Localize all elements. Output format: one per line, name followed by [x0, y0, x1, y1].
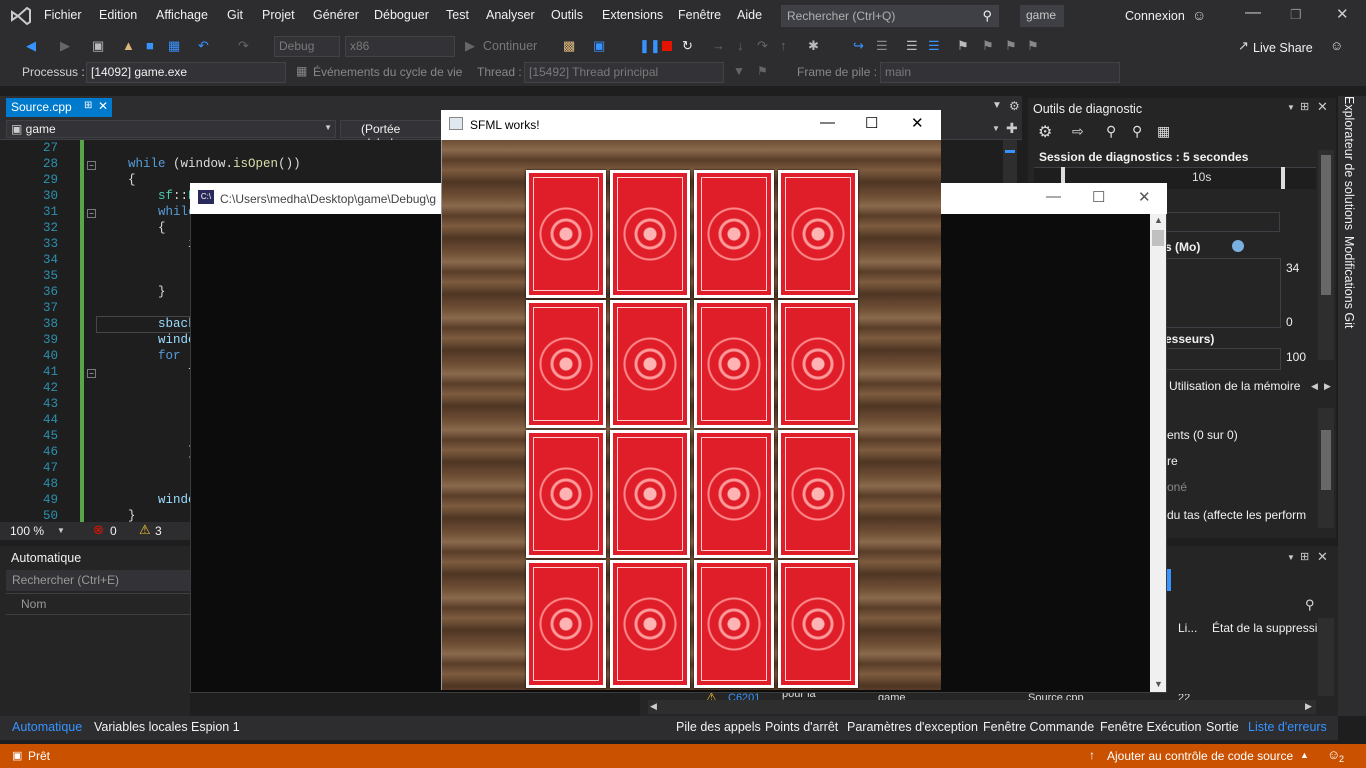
notification-count: 2	[1339, 754, 1345, 764]
bottom-tab-right-0[interactable]: Pile des appels	[676, 720, 761, 742]
card-pattern	[785, 567, 851, 681]
bottom-tab-right-6[interactable]: Liste d'erreurs	[1248, 720, 1327, 742]
source-control-button[interactable]: Ajouter au contrôle de code source	[1107, 749, 1293, 763]
card-pattern	[785, 307, 851, 421]
card-pattern	[701, 177, 767, 291]
card-back[interactable]	[778, 560, 858, 688]
card-pattern	[785, 437, 851, 551]
bottom-tab-2[interactable]: Espion 1	[191, 720, 240, 742]
h-scrollbar[interactable]	[648, 700, 1316, 714]
card-pattern	[701, 437, 767, 551]
card-back[interactable]	[694, 170, 774, 298]
card-back[interactable]	[610, 560, 690, 688]
bottom-tab-0[interactable]: Automatique	[12, 720, 82, 742]
card-pattern	[533, 307, 599, 421]
card-back[interactable]	[526, 430, 606, 558]
card-pattern	[617, 307, 683, 421]
card-back[interactable]	[610, 300, 690, 428]
card-pattern	[533, 177, 599, 291]
card-pattern	[785, 177, 851, 291]
card-back[interactable]	[778, 430, 858, 558]
bottom-tab-right-1[interactable]: Points d'arrêt	[765, 720, 838, 742]
card-pattern	[617, 177, 683, 291]
status-ready: Prêt	[28, 749, 51, 763]
card-back[interactable]	[778, 300, 858, 428]
card-pattern	[533, 567, 599, 681]
card-back[interactable]	[610, 430, 690, 558]
card-back[interactable]	[694, 560, 774, 688]
card-pattern	[701, 567, 767, 681]
bottom-tab-1[interactable]: Variables locales	[94, 720, 188, 742]
bottom-tab-right-3[interactable]: Fenêtre Commande	[983, 720, 1094, 742]
bottom-tab-right-2[interactable]: Paramètres d'exception	[847, 720, 978, 742]
card-pattern	[617, 437, 683, 551]
scroll-right-icon[interactable]: ▶	[1305, 701, 1312, 712]
card-back[interactable]	[526, 300, 606, 428]
card-pattern	[533, 437, 599, 551]
card-back[interactable]	[694, 430, 774, 558]
card-back[interactable]	[610, 170, 690, 298]
card-back[interactable]	[778, 170, 858, 298]
card-back[interactable]	[694, 300, 774, 428]
bottom-tab-right-5[interactable]: Sortie	[1206, 720, 1239, 742]
card-pattern	[701, 307, 767, 421]
card-pattern	[617, 567, 683, 681]
bottom-tab-right-4[interactable]: Fenêtre Exécution	[1100, 720, 1201, 742]
card-back[interactable]	[526, 560, 606, 688]
chevron-up-icon[interactable]: ▲	[1300, 750, 1309, 760]
arrow-up-icon: ↑	[1089, 748, 1095, 762]
card-back[interactable]	[526, 170, 606, 298]
scroll-left-icon[interactable]: ◀	[650, 701, 657, 712]
ready-icon: ▣	[12, 750, 23, 762]
